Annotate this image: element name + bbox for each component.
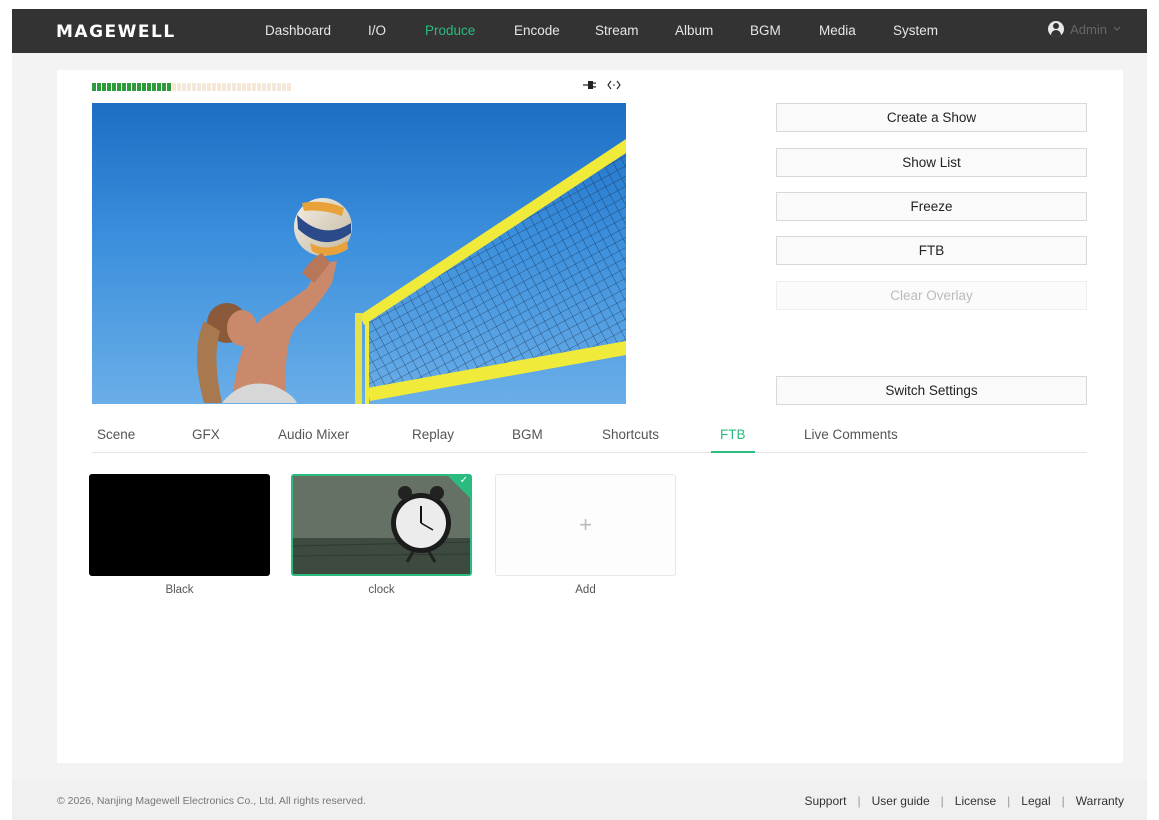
ftb-item-black[interactable] <box>89 474 270 576</box>
footer-separator: | <box>1007 794 1011 808</box>
user-avatar-icon <box>1048 21 1065 37</box>
code-icon <box>607 80 621 90</box>
chevron-down-icon <box>1113 26 1121 31</box>
nav-dashboard[interactable]: Dashboard <box>265 23 331 38</box>
tab-ftb[interactable]: FTB <box>720 427 746 442</box>
freeze-button[interactable]: Freeze <box>776 192 1087 221</box>
meter-segment <box>177 83 181 91</box>
meter-segment <box>162 83 166 91</box>
meter-segment <box>172 83 176 91</box>
add-ftb-item-button[interactable]: + <box>495 474 676 576</box>
meter-segment <box>227 83 231 91</box>
plug-icon <box>583 81 596 89</box>
meter-segment <box>137 83 141 91</box>
meter-segment <box>182 83 186 91</box>
meter-segment <box>157 83 161 91</box>
nav-io[interactable]: I/O <box>368 23 386 38</box>
check-icon: ✓ <box>459 475 468 486</box>
nav-bgm[interactable]: BGM <box>750 23 781 38</box>
meter-segment <box>127 83 131 91</box>
preview-image <box>197 139 626 404</box>
tab-replay[interactable]: Replay <box>412 427 454 442</box>
meter-segment <box>107 83 111 91</box>
footer-link-warranty[interactable]: Warranty <box>1076 794 1124 808</box>
meter-segment <box>232 83 236 91</box>
switch-settings-button[interactable]: Switch Settings <box>776 376 1087 405</box>
meter-segment <box>187 83 191 91</box>
tab-shortcuts[interactable]: Shortcuts <box>602 427 659 442</box>
ftb-item-label: Black <box>165 584 194 596</box>
user-menu[interactable]: Admin <box>1048 21 1121 37</box>
meter-segment <box>212 83 216 91</box>
meter-segment <box>237 83 241 91</box>
nav-album[interactable]: Album <box>675 23 713 38</box>
plus-icon: + <box>579 512 592 537</box>
meter-segment <box>252 83 256 91</box>
meter-segment <box>257 83 261 91</box>
meter-segment <box>222 83 226 91</box>
footer-link-license[interactable]: License <box>955 794 996 808</box>
meter-segment <box>247 83 251 91</box>
meter-segment <box>192 83 196 91</box>
user-name: Admin <box>1070 21 1107 37</box>
ftb-item-label: Add <box>575 584 596 596</box>
meter-segment <box>272 83 276 91</box>
ftb-item-clock[interactable]: ✓ <box>291 474 472 576</box>
copyright-text: © 2026, Nanjing Magewell Electronics Co.… <box>57 795 366 807</box>
meter-segment <box>262 83 266 91</box>
clock-thumbnail <box>293 476 470 574</box>
footer-separator: | <box>940 794 944 808</box>
meter-segment <box>117 83 121 91</box>
tab-gfx[interactable]: GFX <box>192 427 220 442</box>
footer-links: Support | User guide | License | Legal |… <box>804 794 1124 808</box>
meter-segment <box>102 83 106 91</box>
meter-segment <box>152 83 156 91</box>
meter-segment <box>147 83 151 91</box>
meter-segment <box>267 83 271 91</box>
meter-segment <box>197 83 201 91</box>
footer: © 2026, Nanjing Magewell Electronics Co.… <box>12 779 1147 820</box>
magewell-logo[interactable]: MAGEWELL <box>56 22 176 42</box>
top-nav-bar: MAGEWELL Dashboard I/O Produce Encode St… <box>12 9 1147 53</box>
meter-segment <box>122 83 126 91</box>
audio-level-meter <box>92 83 291 91</box>
tab-scene[interactable]: Scene <box>97 427 135 442</box>
ftb-button[interactable]: FTB <box>776 236 1087 265</box>
produce-tabs: Scene GFX Audio Mixer Replay BGM Shortcu… <box>92 425 1087 453</box>
footer-link-support[interactable]: Support <box>804 794 846 808</box>
preview-status-icons <box>583 80 621 90</box>
nav-encode[interactable]: Encode <box>514 23 560 38</box>
meter-segment <box>202 83 206 91</box>
meter-segment <box>217 83 221 91</box>
meter-segment <box>282 83 286 91</box>
tab-live-comments[interactable]: Live Comments <box>804 427 898 442</box>
footer-separator: | <box>857 794 861 808</box>
meter-segment <box>242 83 246 91</box>
tab-audio-mixer[interactable]: Audio Mixer <box>278 427 349 442</box>
nav-media[interactable]: Media <box>819 23 856 38</box>
meter-segment <box>92 83 96 91</box>
tab-bgm[interactable]: BGM <box>512 427 543 442</box>
meter-segment <box>112 83 116 91</box>
ftb-item-label: clock <box>368 584 395 596</box>
nav-produce[interactable]: Produce <box>425 23 475 38</box>
meter-segment <box>287 83 291 91</box>
meter-segment <box>132 83 136 91</box>
program-preview[interactable] <box>92 103 626 404</box>
clear-overlay-button[interactable]: Clear Overlay <box>776 281 1087 310</box>
meter-segment <box>142 83 146 91</box>
nav-system[interactable]: System <box>893 23 938 38</box>
nav-stream[interactable]: Stream <box>595 23 639 38</box>
footer-link-legal[interactable]: Legal <box>1021 794 1050 808</box>
meter-segment <box>207 83 211 91</box>
create-show-button[interactable]: Create a Show <box>776 103 1087 132</box>
meter-segment <box>167 83 171 91</box>
meter-segment <box>277 83 281 91</box>
meter-segment <box>97 83 101 91</box>
footer-separator: | <box>1061 794 1065 808</box>
active-tab-indicator <box>711 451 755 453</box>
show-list-button[interactable]: Show List <box>776 148 1087 177</box>
footer-link-user-guide[interactable]: User guide <box>872 794 930 808</box>
